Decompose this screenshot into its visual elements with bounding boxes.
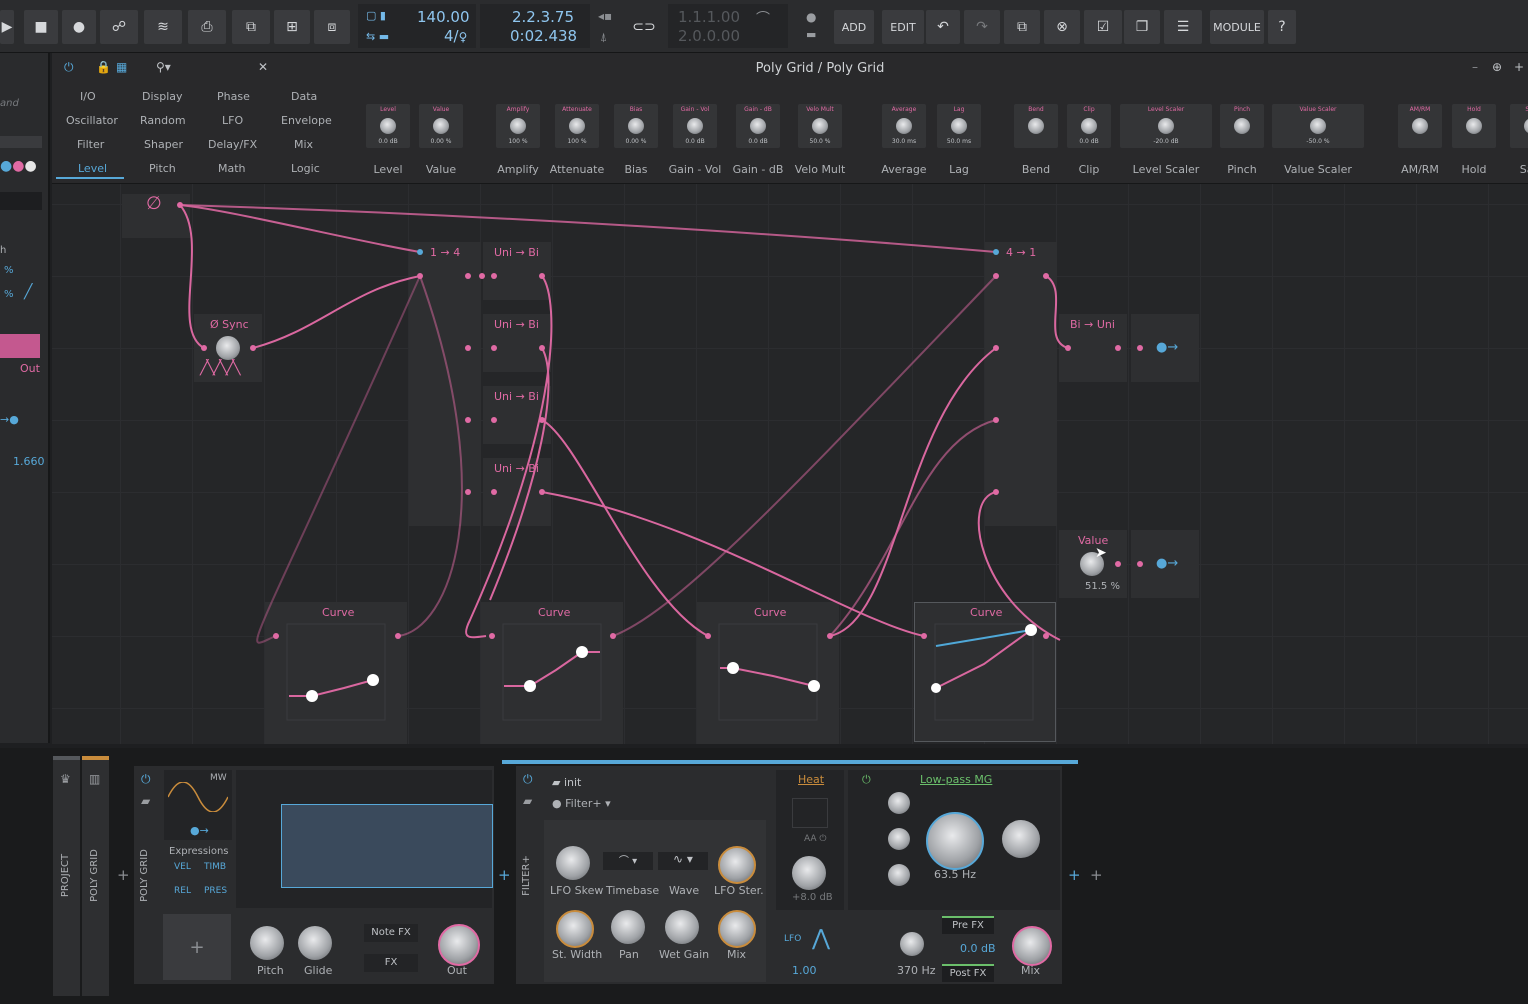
grid-preview-selection xyxy=(281,804,493,888)
wet-gain-label: Wet Gain xyxy=(659,948,710,961)
cable-lines xyxy=(179,204,1069,644)
post-fx-button[interactable]: Post FX xyxy=(942,964,994,982)
filter-mix-knob[interactable] xyxy=(1002,820,1040,858)
output-mix-knob[interactable] xyxy=(1012,926,1052,966)
filterplus-label: FILTER+ xyxy=(520,855,532,896)
preset-folder-icon: ▰ xyxy=(552,776,564,789)
timebase-label: Timebase xyxy=(606,884,660,897)
preset-type[interactable]: ● Filter+ ▾ xyxy=(552,797,611,810)
wave-label: Wave xyxy=(669,884,700,897)
curve-nodes xyxy=(306,624,1037,702)
wave-select[interactable]: ∿ ▾ xyxy=(658,852,708,870)
resonance-knob[interactable] xyxy=(888,792,910,814)
rel-label[interactable]: REL xyxy=(174,886,191,896)
timebase-select[interactable]: ⌒ ▾ xyxy=(603,852,653,870)
out-knob[interactable] xyxy=(438,924,480,966)
vel-label[interactable]: VEL xyxy=(174,862,191,872)
glide-label: Glide xyxy=(304,964,333,977)
lfo-ster-label: LFO Ster. xyxy=(714,884,764,897)
curve-shapes xyxy=(289,629,1032,697)
gain-db-readout[interactable]: 0.0 dB xyxy=(960,942,996,955)
out-label: Out xyxy=(447,964,467,977)
pre-fx-button[interactable]: Pre FX xyxy=(942,916,994,934)
lfo-label[interactable]: LFO xyxy=(784,934,801,944)
cutoff-knob[interactable] xyxy=(926,812,984,870)
drive-knob[interactable] xyxy=(888,828,910,850)
st-width-knob[interactable] xyxy=(556,910,594,948)
filter-name[interactable]: Low-pass MG xyxy=(920,773,992,786)
heat-label[interactable]: Heat xyxy=(798,773,824,786)
timb-label[interactable]: TIMB xyxy=(204,862,226,872)
cutoff-readout: 63.5 Hz xyxy=(934,868,977,881)
project-label: PROJECT xyxy=(60,853,72,898)
add-module-button[interactable]: + xyxy=(163,914,231,980)
polygrid-power-icon[interactable]: ⏻ xyxy=(141,772,151,787)
filterplus-progress xyxy=(502,760,1078,764)
pres-label[interactable]: PRES xyxy=(204,886,227,896)
piano-icon: ▥ xyxy=(89,772,101,786)
lfo-skew-label: LFO Skew xyxy=(550,884,604,897)
add-end-button[interactable]: + xyxy=(1090,866,1103,884)
pan-knob[interactable] xyxy=(611,910,645,944)
lfo-skew-knob[interactable] xyxy=(556,846,590,880)
heat-curve-icon xyxy=(792,798,828,828)
fx-button[interactable]: FX xyxy=(364,954,418,972)
filter-power-icon[interactable]: ⏻ xyxy=(862,773,871,787)
pitch-label: Pitch xyxy=(257,964,284,977)
glide-knob[interactable] xyxy=(298,926,332,960)
blue-ports xyxy=(417,249,999,255)
preset-dot-icon: ● xyxy=(552,797,566,810)
chain-add-button[interactable]: + xyxy=(498,866,511,884)
polygrid-folder-icon[interactable]: ▰ xyxy=(141,794,150,808)
filterplus-folder-icon[interactable]: ▰ xyxy=(523,794,532,808)
pan-label: Pan xyxy=(619,948,639,961)
filterplus-power-icon[interactable]: ⏻ xyxy=(523,772,533,787)
mix-knob[interactable] xyxy=(718,910,756,948)
st-width-label: St. Width xyxy=(552,948,603,961)
lfo-ster-knob[interactable] xyxy=(718,846,756,884)
port-dots xyxy=(177,202,1143,639)
add-device-button[interactable]: + xyxy=(117,866,130,884)
add-after-button[interactable]: + xyxy=(1068,866,1081,884)
mouse-cursor-icon: ➤ xyxy=(1095,545,1107,561)
sine-wave-icon xyxy=(168,782,228,812)
slope-knob[interactable] xyxy=(888,864,910,886)
preset-name[interactable]: ▰ init xyxy=(552,776,581,789)
mod-arrow-icon[interactable]: ●→ xyxy=(190,824,209,837)
wet-gain-knob[interactable] xyxy=(665,910,699,944)
pitch-knob[interactable] xyxy=(250,926,284,960)
freq2-readout: 370 Hz xyxy=(897,964,936,977)
lfo-rate-readout[interactable]: 1.00 xyxy=(792,964,817,977)
note-fx-button[interactable]: Note FX xyxy=(364,924,418,942)
heat-knob[interactable] xyxy=(792,856,826,890)
aa-label[interactable]: AA ⏻ xyxy=(804,834,827,844)
heat-gain-readout: +8.0 dB xyxy=(792,892,833,903)
lfo-shape-icon: ⋀ xyxy=(812,926,831,951)
output-mix-label: Mix xyxy=(1021,964,1041,977)
freq2-knob[interactable] xyxy=(900,932,924,956)
polygrid-tab-label: POLY GRID xyxy=(88,849,100,902)
expressions-label: Expressions xyxy=(169,846,229,857)
mix-label: Mix xyxy=(727,948,747,961)
patch-cables xyxy=(177,202,1143,721)
crown-icon: ♛ xyxy=(60,772,71,786)
polygrid-device-label: POLY GRID xyxy=(138,849,150,902)
